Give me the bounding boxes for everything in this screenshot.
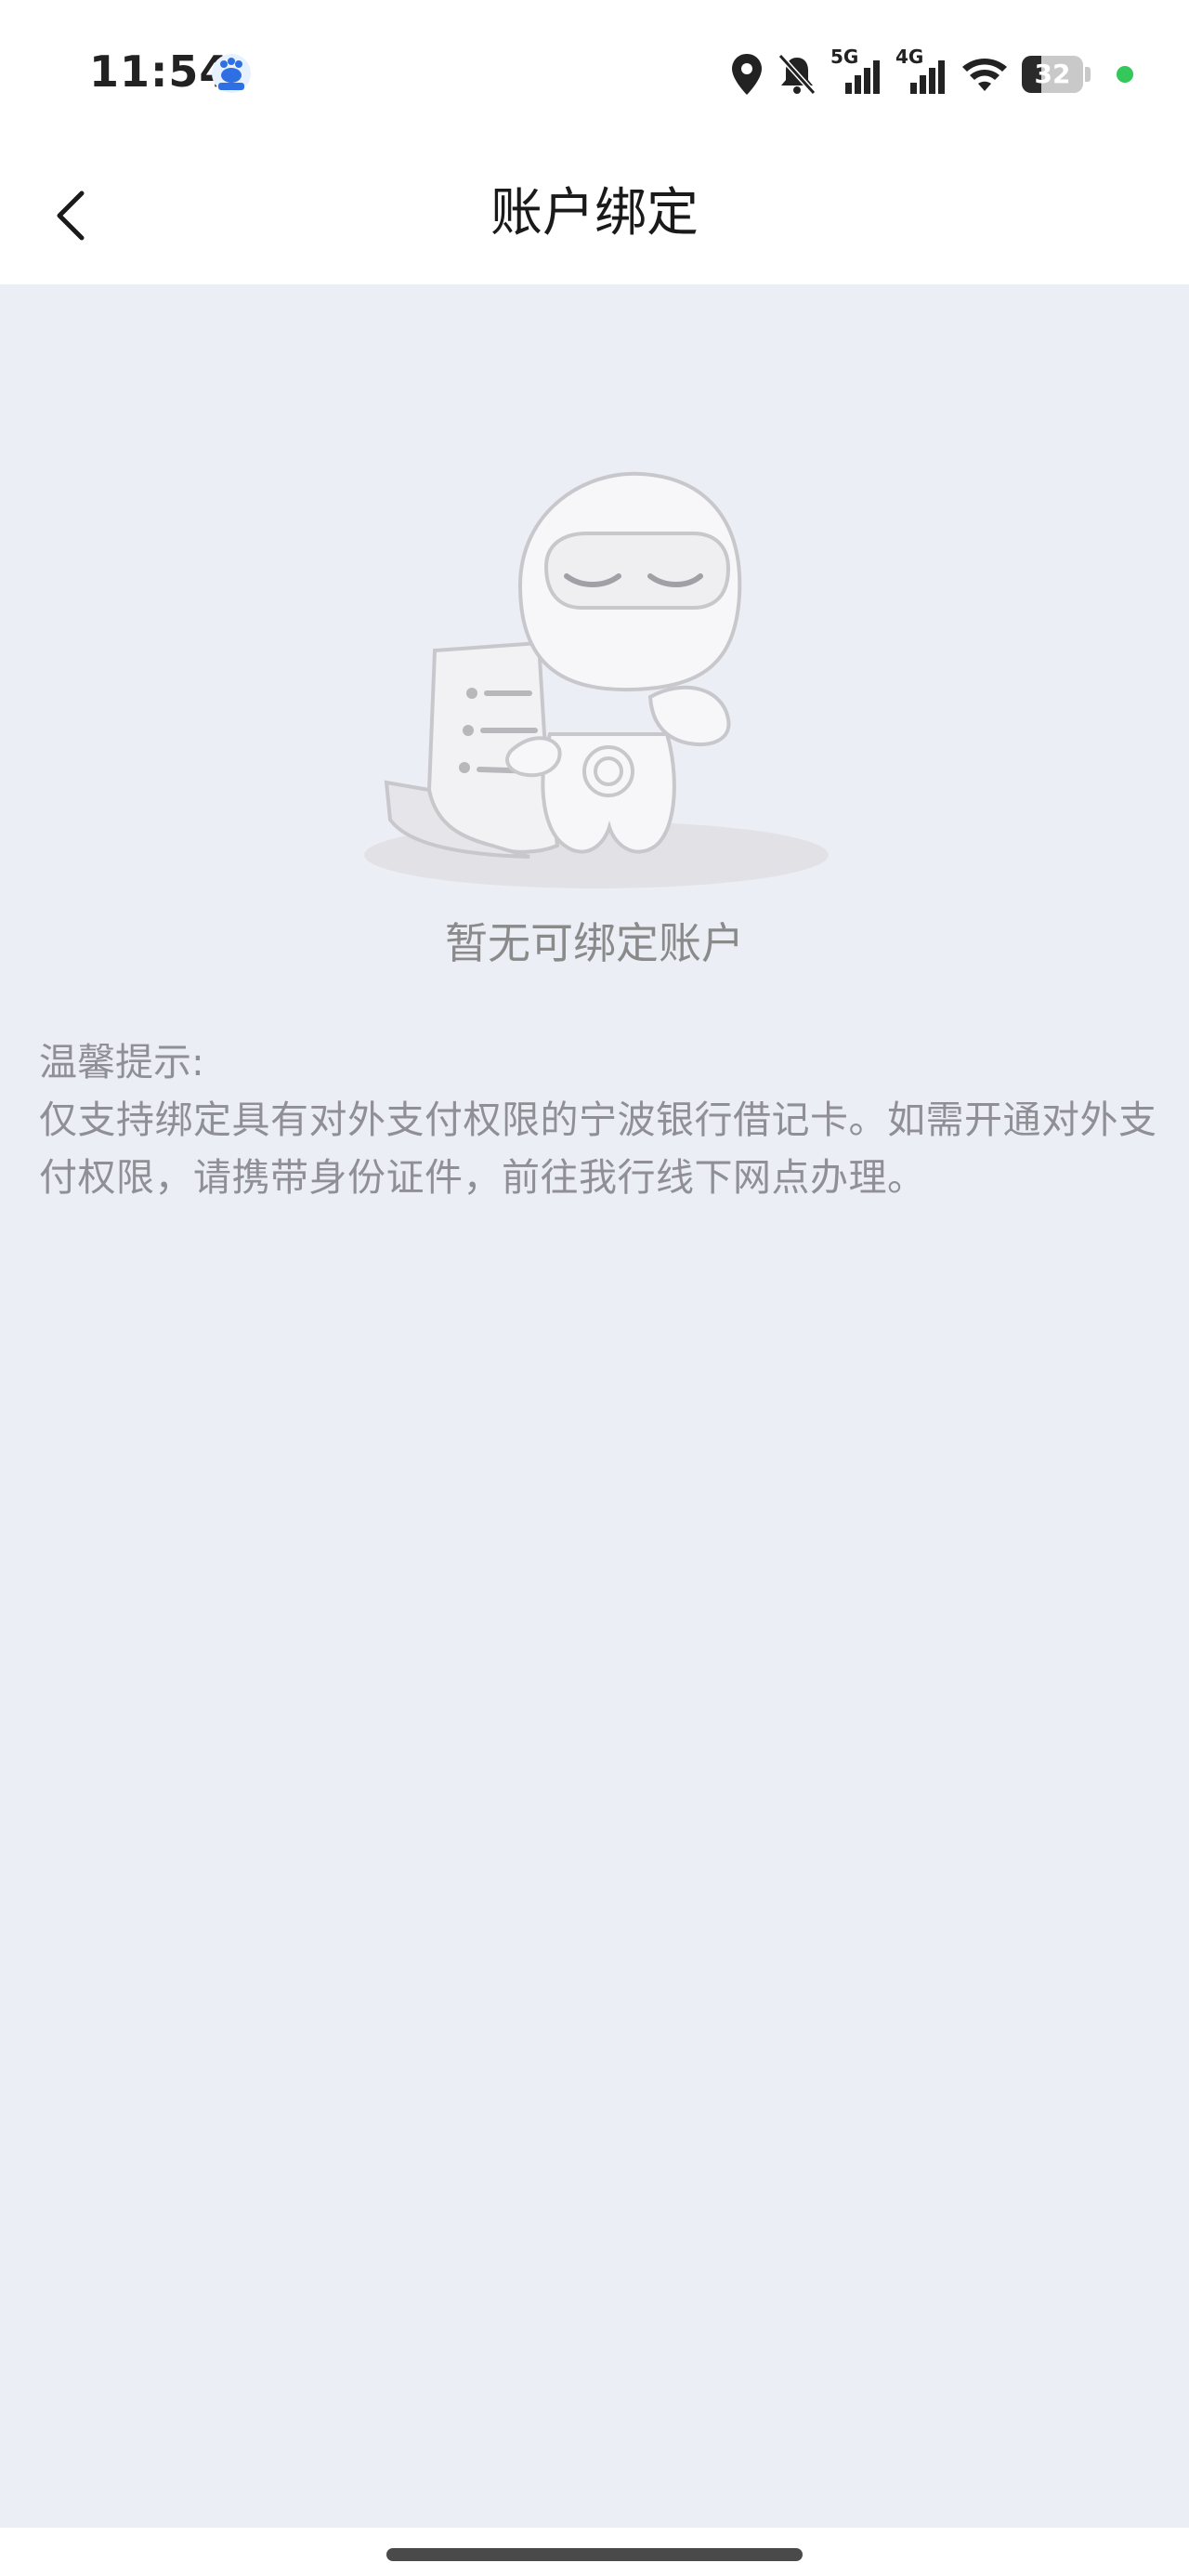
location-icon (732, 54, 762, 95)
wifi-icon (962, 59, 1007, 91)
nav-header: 账户绑定 (0, 141, 1189, 284)
status-icons: 5G 4G 32 (730, 46, 1133, 102)
empty-state-message: 暂无可绑定账户 (445, 918, 744, 968)
page-title: 账户绑定 (490, 183, 699, 243)
signal-4g-icon: 4G (895, 46, 947, 98)
bell-muted-icon (777, 53, 817, 96)
home-indicator[interactable] (386, 2548, 803, 2561)
status-bar: 11:54 5G 4G 32 (0, 0, 1189, 141)
tips-title: 温馨提示: (39, 1040, 204, 1084)
sleeping-robot-illustration (364, 471, 829, 888)
home-bar (0, 2528, 1189, 2576)
battery-level: 32 (1034, 59, 1071, 89)
tips-section: 温馨提示: 仅支持绑定具有对外支付权限的宁波银行借记卡。如需开通对外支付权限，请… (39, 1033, 1182, 1206)
green-dot-indicator (1117, 66, 1133, 83)
signal-5g-icon: 5G (830, 46, 882, 98)
tips-body: 仅支持绑定具有对外支付权限的宁波银行借记卡。如需开通对外支付权限，请携带身份证件… (39, 1097, 1157, 1200)
battery-icon: 32 (1022, 56, 1091, 93)
baidu-app-icon (212, 54, 251, 93)
status-time: 11:54 (89, 46, 230, 97)
